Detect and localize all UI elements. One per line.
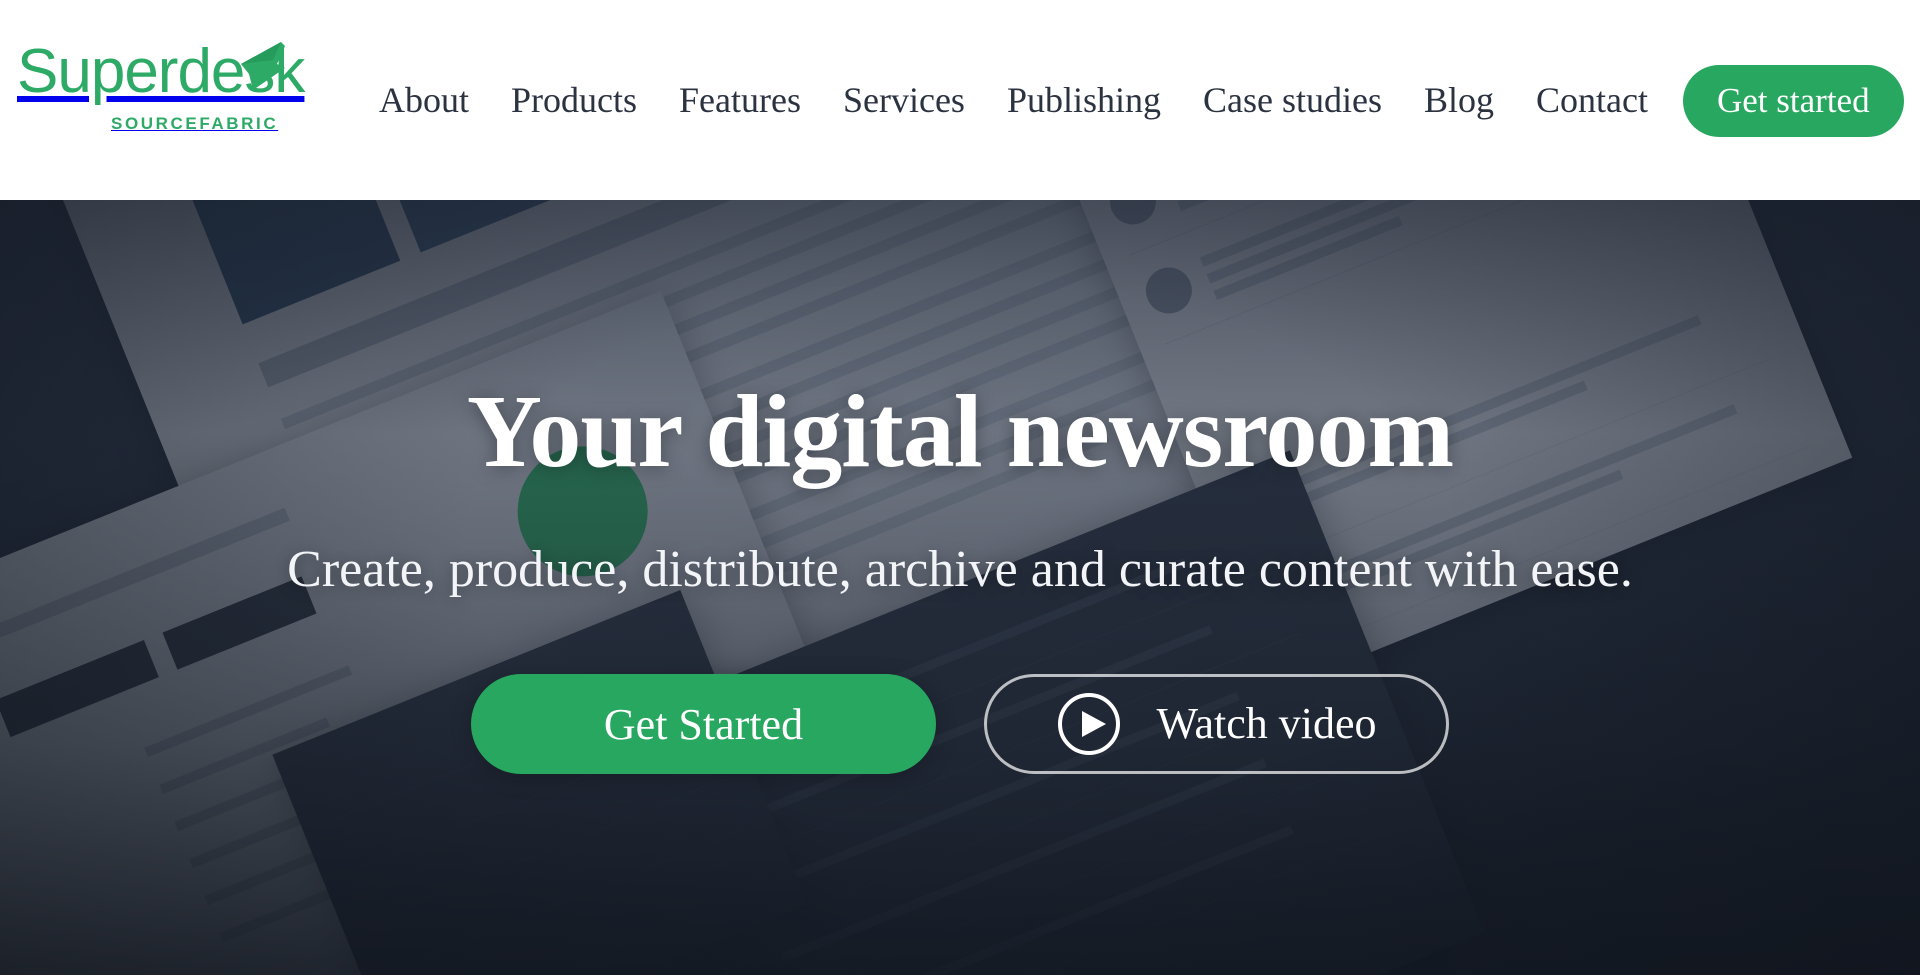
brand-logo[interactable]: Superdesk SOURCEFABRIC <box>15 38 305 153</box>
hero-content: Your digital newsroom Create, produce, d… <box>0 200 1920 774</box>
hero-get-started-button[interactable]: Get Started <box>471 674 936 774</box>
play-circle-icon <box>1056 691 1122 757</box>
hero-watch-video-label: Watch video <box>1156 699 1377 748</box>
nav-link-products[interactable]: Products <box>490 79 658 121</box>
hero-headline: Your digital newsroom <box>466 374 1454 489</box>
nav-link-blog[interactable]: Blog <box>1403 79 1515 121</box>
nav-link-about[interactable]: About <box>358 79 490 121</box>
nav-link-case-studies[interactable]: Case studies <box>1182 79 1403 121</box>
hero-watch-video-button[interactable]: Watch video <box>984 674 1449 774</box>
nav-link-publishing[interactable]: Publishing <box>986 79 1182 121</box>
brand-tagline: SOURCEFABRIC <box>111 114 279 133</box>
hero-section: Your digital newsroom Create, produce, d… <box>0 200 1920 975</box>
hero-action-buttons: Get Started Watch video <box>0 674 1920 774</box>
nav-link-contact[interactable]: Contact <box>1515 79 1669 121</box>
primary-navigation: About Products Features Services Publish… <box>358 0 1669 200</box>
nav-link-services[interactable]: Services <box>822 79 986 121</box>
nav-link-features[interactable]: Features <box>658 79 822 121</box>
header-get-started-button[interactable]: Get started <box>1683 65 1904 137</box>
hero-subheadline: Create, produce, distribute, archive and… <box>287 541 1633 598</box>
arrow-up-right-icon <box>227 34 293 100</box>
site-header: Superdesk SOURCEFABRIC About Products Fe… <box>0 0 1920 200</box>
